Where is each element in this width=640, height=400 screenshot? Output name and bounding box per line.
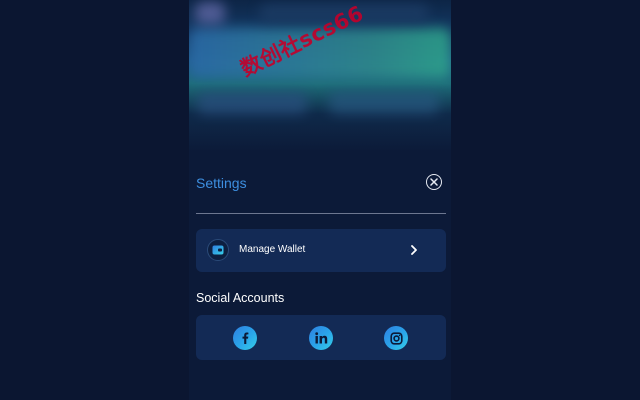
- social-accounts-card: [196, 315, 446, 360]
- page: 数创社scs66 Settings Manage Wallet Social A…: [0, 0, 640, 400]
- settings-header: Settings: [196, 173, 444, 195]
- close-icon[interactable]: [426, 174, 442, 190]
- linkedin-icon[interactable]: [309, 326, 333, 350]
- wallet-icon: [207, 239, 229, 261]
- instagram-icon[interactable]: [384, 326, 408, 350]
- facebook-icon[interactable]: [233, 326, 257, 350]
- page-title: Settings: [196, 175, 247, 191]
- blurred-header-image: 数创社scs66: [189, 0, 451, 152]
- social-accounts-heading: Social Accounts: [196, 291, 285, 305]
- chevron-right-icon: [409, 243, 419, 257]
- settings-panel: 数创社scs66 Settings Manage Wallet Social A…: [189, 0, 451, 400]
- manage-wallet-button[interactable]: Manage Wallet: [196, 229, 446, 272]
- divider: [196, 213, 446, 214]
- manage-wallet-label: Manage Wallet: [239, 244, 306, 255]
